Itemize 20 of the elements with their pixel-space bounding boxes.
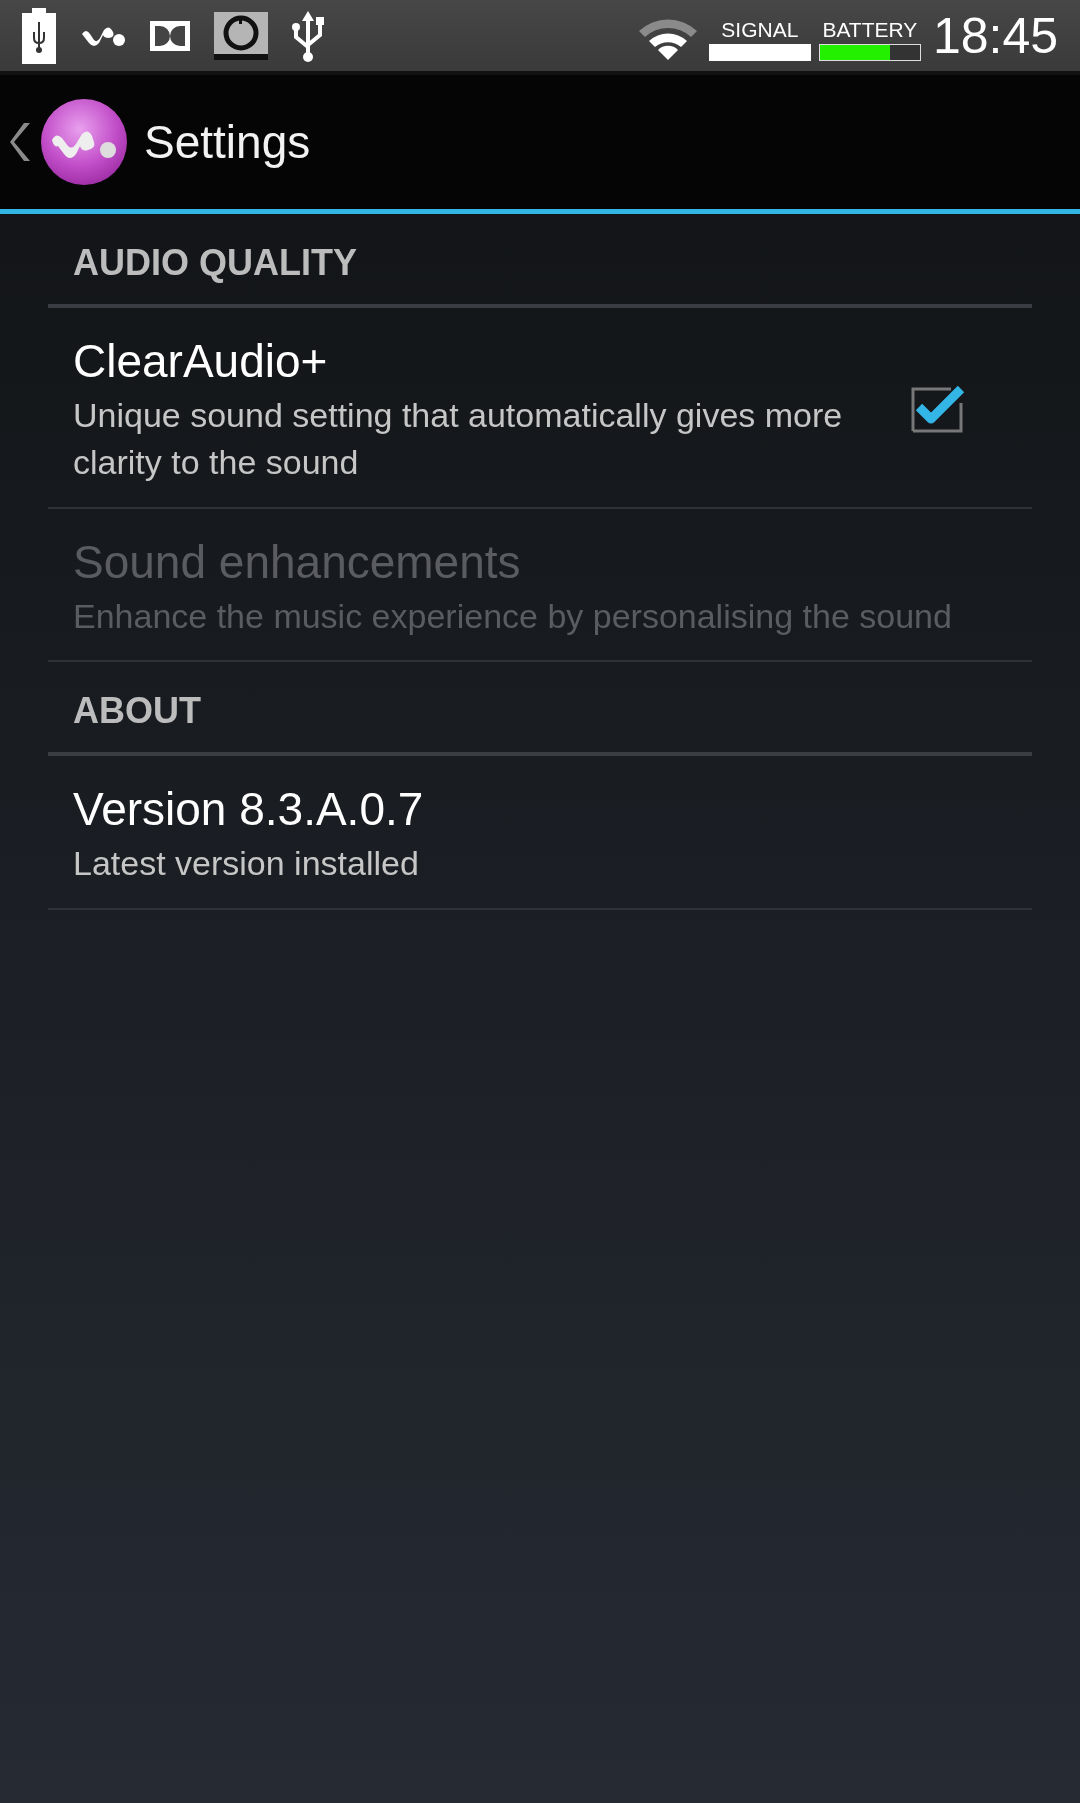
back-icon[interactable] [10, 121, 32, 163]
battery-usb-icon [22, 7, 56, 64]
preference-title: ClearAudio+ [73, 334, 329, 389]
preference-title: Version 8.3.A.0.7 [73, 782, 425, 838]
wifi-icon [638, 16, 697, 61]
clock-time: 18:45 [932, 10, 1058, 61]
preference-title: Sound enhancements [73, 535, 522, 590]
app-icon[interactable] [40, 98, 128, 186]
section-header: ABOUT [48, 662, 1032, 757]
section-header: AUDIO QUALITY [48, 214, 1032, 308]
dolby-icon [150, 20, 190, 51]
screen-title: Settings [144, 114, 311, 170]
battery-label: BATTERY [822, 18, 918, 40]
preference-row[interactable]: ClearAudio+ Unique sound setting that automatically gives more clarity to the sound [48, 308, 1032, 509]
signal-label: SIGNAL [721, 18, 799, 40]
preference-summary: Latest version installed [73, 843, 420, 885]
preference-row[interactable]: Version 8.3.A.0.7 Latest version installed [48, 756, 1032, 910]
power-knob-icon [214, 11, 268, 60]
preference-summary: Unique sound setting that automatically gives more clarity to the sound [73, 394, 844, 484]
preference-summary: Enhance the music experience by personalising the sound [73, 595, 953, 637]
